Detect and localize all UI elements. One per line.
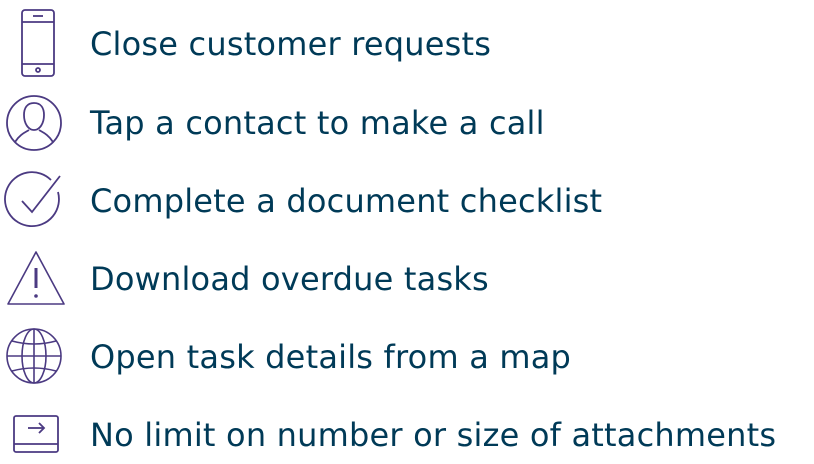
feature-item-close-requests: Close customer requests (0, 5, 814, 83)
feature-label: No limit on number or size of attachment… (90, 416, 777, 454)
check-circle-icon (4, 164, 68, 236)
user-icon (4, 86, 68, 158)
feature-label: Open task details from a map (90, 338, 572, 376)
feature-label: Close customer requests (90, 25, 492, 63)
feature-item-checklist: Complete a document checklist (0, 162, 814, 240)
feature-label: Tap a contact to make a call (90, 104, 545, 142)
feature-list: Close customer requests Tap a contact to… (0, 0, 814, 464)
feature-item-map: Open task details from a map (0, 318, 814, 396)
feature-label: Complete a document checklist (90, 182, 603, 220)
smartphone-icon (4, 7, 68, 79)
warning-icon (4, 242, 68, 314)
feature-item-attachments: No limit on number or size of attachment… (0, 396, 814, 464)
globe-icon (4, 320, 68, 392)
attachment-arrow-icon (4, 398, 68, 464)
feature-label: Download overdue tasks (90, 260, 489, 298)
feature-item-tap-contact: Tap a contact to make a call (0, 84, 814, 162)
feature-item-overdue-tasks: Download overdue tasks (0, 240, 814, 318)
